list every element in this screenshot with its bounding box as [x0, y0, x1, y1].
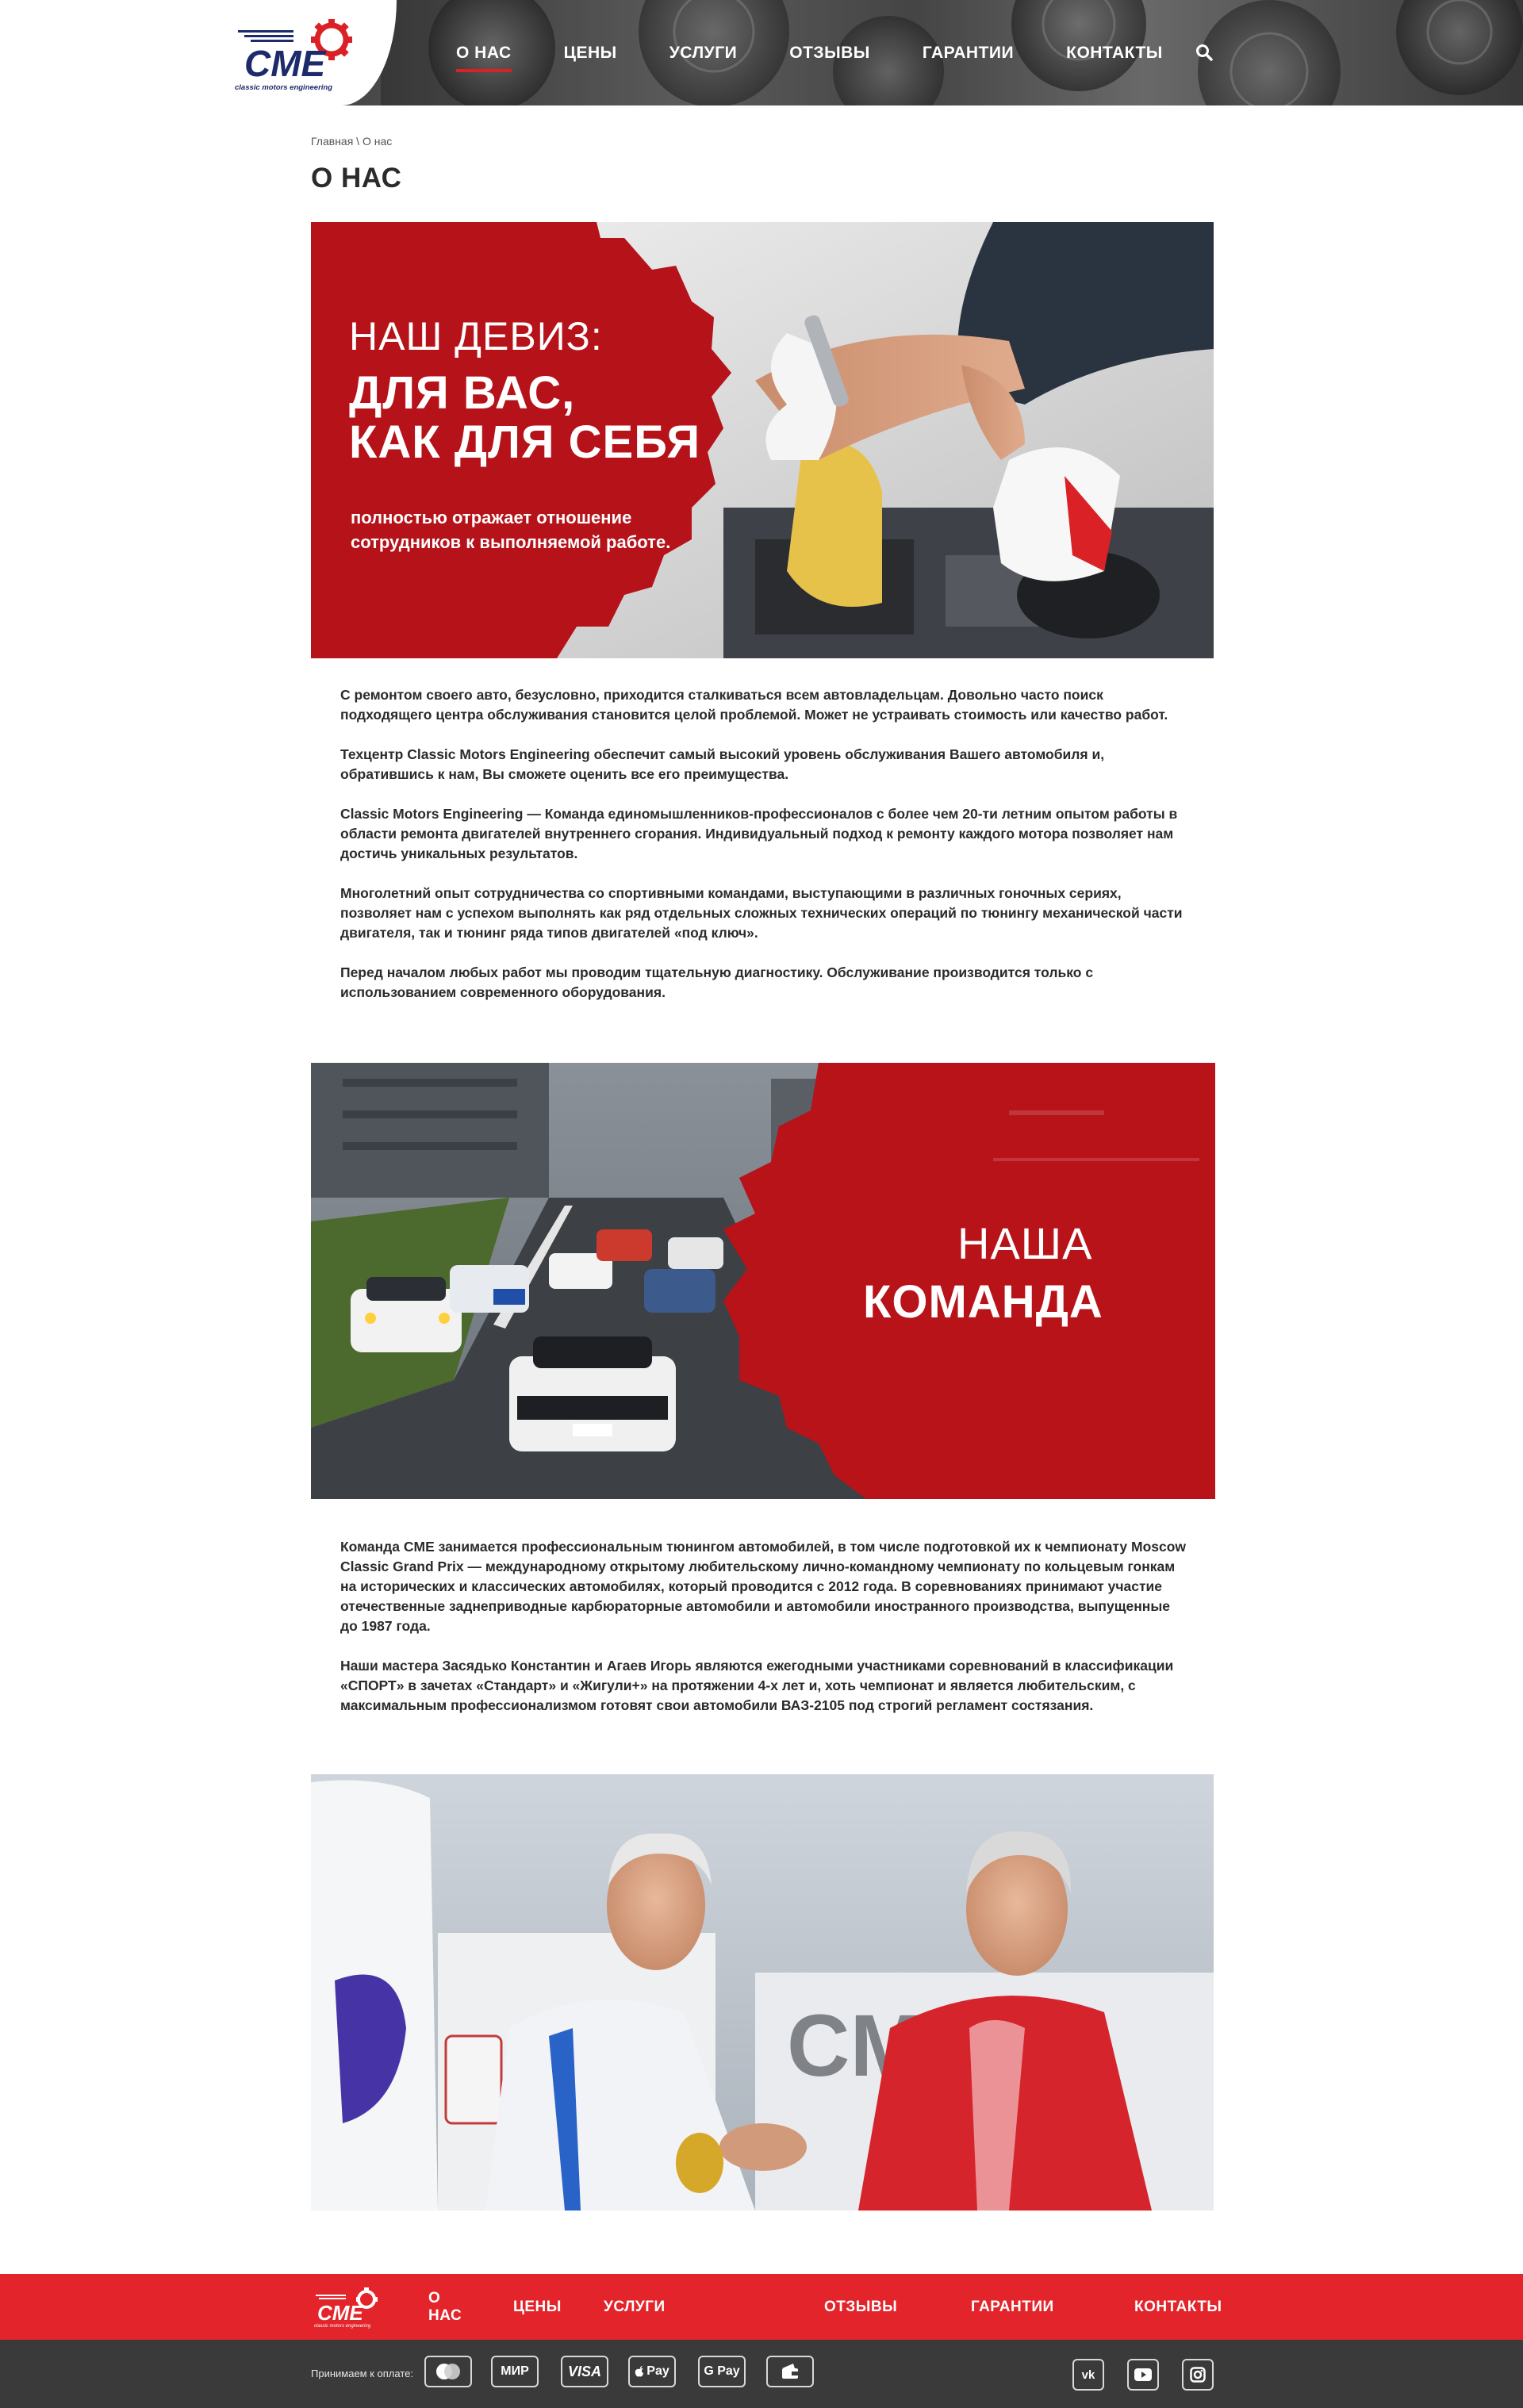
footer-link-prices[interactable]: ЦЕНЫ: [513, 2299, 562, 2316]
team-photo-banner: CM: [311, 1774, 1214, 2211]
nav-item-services[interactable]: УСЛУГИ: [669, 44, 738, 63]
page-title: О НАС: [311, 163, 402, 194]
nav-item-contacts[interactable]: КОНТАКТЫ: [1066, 44, 1163, 63]
svg-text:classic motors engineering: classic motors engineering: [235, 83, 332, 92]
motto-headline-line2: КАК ДЛЯ СЕБЯ: [349, 416, 701, 468]
team-paragraph: Наши мастера Засядько Константин и Агаев…: [340, 1658, 1174, 1713]
breadcrumb[interactable]: Главная \ О нас: [311, 135, 392, 148]
intro-paragraph: С ремонтом своего авто, безусловно, прих…: [340, 687, 1168, 723]
motto-subtitle-line1: полностью отражает отношение: [351, 508, 632, 527]
intro-paragraph: Техцентр Classic Motors Engineering обес…: [340, 746, 1105, 782]
google-pay-icon: G Pay: [698, 2356, 746, 2387]
nav-item-reviews[interactable]: ОТЗЫВЫ: [789, 44, 870, 63]
team-text: Команда CME занимается профессиональным …: [340, 1537, 1189, 1735]
svg-text:classic motors engineering: classic motors engineering: [314, 2324, 371, 2329]
motto-subtitle: полностью отражает отношение сотрудников…: [351, 505, 715, 554]
footer-link-contacts[interactable]: КОНТАКТЫ: [1134, 2299, 1222, 2316]
speed-lines-icon: [238, 30, 293, 42]
motto-subtitle-line2: сотрудников к выполняемой работе.: [351, 532, 671, 552]
apple-pay-icon: Pay: [628, 2356, 676, 2387]
footer-link-reviews[interactable]: ОТЗЫВЫ: [824, 2299, 897, 2316]
logo[interactable]: CME classic motors engineering: [230, 14, 365, 94]
footer-link-guarantees[interactable]: ГАРАНТИИ: [971, 2299, 1054, 2316]
nav-item-about[interactable]: О НАС: [456, 44, 512, 72]
motto-banner: НАШ ДЕВИЗ: ДЛЯ ВАС, КАК ДЛЯ СЕБЯ полност…: [311, 222, 1214, 658]
mastercard-icon: [424, 2356, 472, 2387]
footer-logo[interactable]: CME classic motors engineering: [311, 2285, 384, 2329]
drivers-photo: CM: [311, 1774, 1214, 2211]
motto-headline: ДЛЯ ВАС, КАК ДЛЯ СЕБЯ: [349, 369, 762, 467]
nav-item-prices[interactable]: ЦЕНЫ: [564, 44, 617, 63]
intro-paragraph: Перед началом любых работ мы проводим тщ…: [340, 964, 1094, 1000]
footer-link-about[interactable]: О НАС: [428, 2290, 462, 2325]
main-nav: О НАС ЦЕНЫ УСЛУГИ ОТЗЫВЫ ГАРАНТИИ КОНТАК…: [456, 0, 1215, 105]
footer-nav: CME classic motors engineering О НАС ЦЕН…: [0, 2274, 1523, 2340]
team-paragraph: Команда CME занимается профессиональным …: [340, 1539, 1187, 1634]
svg-text:CME: CME: [317, 2301, 363, 2325]
team-banner: НАША КОМАНДА: [311, 1063, 1215, 1499]
motto-headline-line1: ДЛЯ ВАС,: [349, 367, 576, 419]
intro-paragraph: Многолетний опыт сотрудничества со спорт…: [340, 885, 1183, 941]
payment-label: Принимаем к оплате:: [311, 2368, 413, 2379]
youtube-icon[interactable]: [1127, 2359, 1159, 2391]
nav-item-guarantees[interactable]: ГАРАНТИИ: [923, 44, 1014, 63]
wallet-icon: [766, 2356, 814, 2387]
motto-label: НАШ ДЕВИЗ:: [349, 314, 603, 359]
svg-text:CME: CME: [244, 43, 327, 84]
mir-icon: МИР: [491, 2356, 539, 2387]
team-heading-line1: НАША: [957, 1218, 1093, 1268]
site-header: CME classic motors engineering О НАС ЦЕН…: [0, 0, 1523, 105]
team-heading-line2: КОМАНДА: [863, 1276, 1103, 1328]
search-icon[interactable]: [1195, 43, 1214, 62]
intro-paragraph: Classic Motors Engineering — Команда еди…: [340, 806, 1178, 861]
footer-bottom: Принимаем к оплате: МИР VISA Pay G Pay v…: [0, 2340, 1523, 2408]
visa-icon: VISA: [561, 2356, 608, 2387]
intro-text: С ремонтом своего авто, безусловно, прих…: [340, 685, 1189, 1022]
footer-link-services[interactable]: УСЛУГИ: [604, 2299, 666, 2316]
vk-icon[interactable]: vk: [1072, 2359, 1104, 2391]
instagram-icon[interactable]: [1182, 2359, 1214, 2391]
